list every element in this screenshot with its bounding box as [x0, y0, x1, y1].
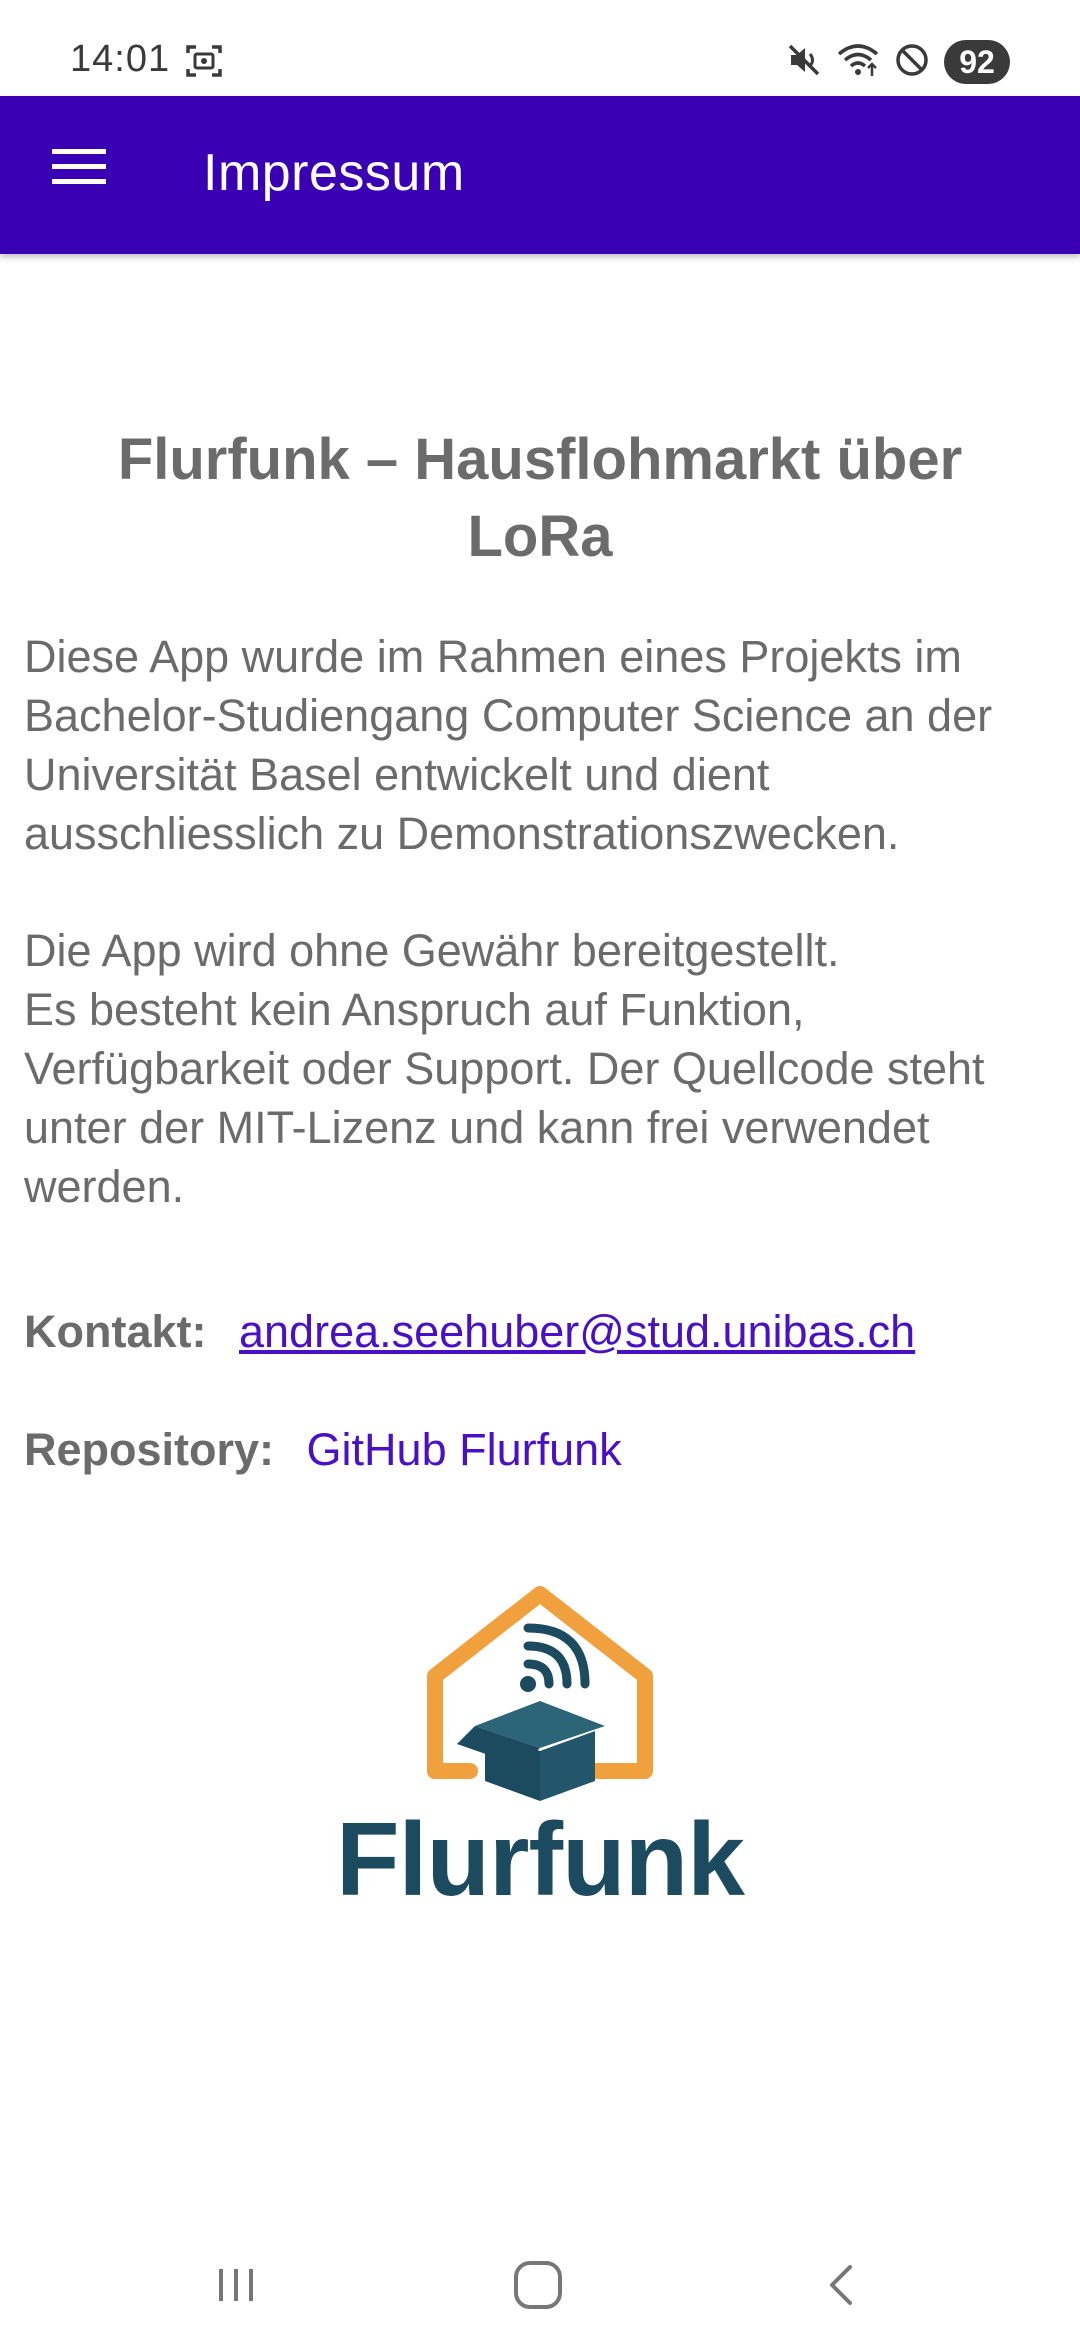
disclaimer-line-1: Die App wird ohne Gewähr bereitgestellt.	[24, 925, 840, 976]
recent-apps-button[interactable]	[186, 2250, 286, 2320]
page-heading: Flurfunk – Hausflohmarkt über LoRa	[117, 427, 963, 569]
wifi-icon	[836, 42, 880, 83]
contact-row: Kontakt: andrea.seehuber@stud.unibas.ch	[24, 1302, 915, 1361]
logo-text: Flurfunk	[336, 1802, 745, 1918]
status-time: 14:01	[70, 38, 171, 80]
repository-label: Repository:	[24, 1424, 275, 1475]
app-bar: Impressum	[0, 96, 1080, 254]
system-nav-bar	[0, 2220, 1080, 2340]
contact-label: Kontakt:	[24, 1306, 207, 1357]
home-icon	[514, 2261, 562, 2309]
home-button[interactable]	[488, 2250, 588, 2320]
mute-icon	[786, 42, 822, 83]
disclaimer-line-2: Es besteht kein Anspruch auf Funktion, V…	[24, 984, 985, 1212]
back-icon	[830, 2265, 852, 2305]
back-button[interactable]	[792, 2250, 892, 2320]
hamburger-menu-icon	[52, 149, 106, 184]
do-not-disturb-icon	[894, 42, 930, 83]
status-bar: 14:01 92	[0, 0, 1080, 96]
description-paragraph: Diese App wurde im Rahmen eines Projekts…	[24, 631, 993, 859]
status-icons: 92	[786, 40, 1010, 84]
disclaimer-paragraph: Die App wird ohne Gewähr bereitgestellt.…	[24, 921, 1064, 1216]
house-box-wifi-icon	[427, 1586, 653, 1801]
recent-apps-icon	[219, 2269, 253, 2301]
contact-email-link[interactable]: andrea.seehuber@stud.unibas.ch	[239, 1306, 915, 1357]
repository-row: Repository: GitHub Flurfunk	[24, 1420, 622, 1479]
screenshot-icon	[185, 42, 223, 85]
menu-button[interactable]	[34, 136, 124, 216]
battery-indicator: 92	[944, 40, 1010, 84]
flurfunk-logo: Flurfunk	[335, 1576, 755, 1918]
repository-link[interactable]: GitHub Flurfunk	[307, 1424, 622, 1475]
page-title: Impressum	[203, 144, 465, 202]
